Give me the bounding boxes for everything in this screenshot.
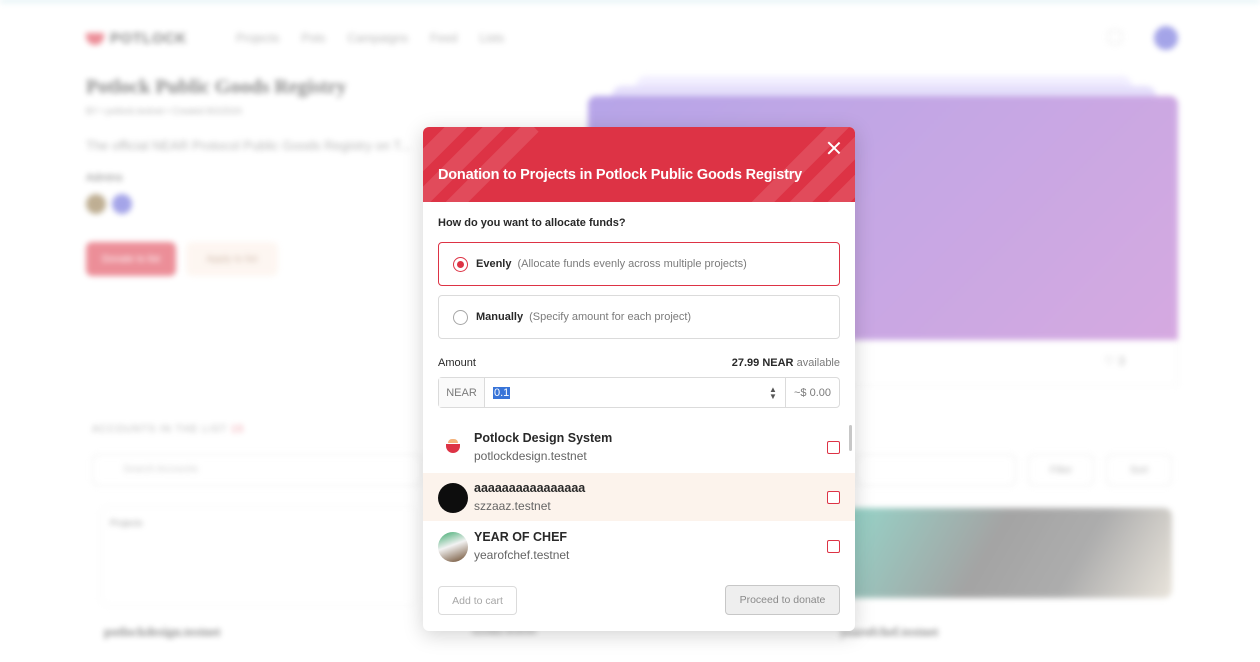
nav-campaigns[interactable]: Campaigns — [347, 31, 408, 45]
avatar — [438, 532, 468, 562]
list-item[interactable]: YEAR OF CHEF yearofchef.testnet — [423, 522, 855, 570]
potlock-logo[interactable]: POTLOCK — [86, 30, 187, 47]
amount-field: NEAR 0.1 ▲ ▼ ~$ 0.00 — [438, 377, 840, 408]
chevron-down-icon[interactable]: ▼ — [769, 392, 777, 400]
modal-title: Donation to Projects in Potlock Public G… — [438, 167, 803, 183]
project-name: YEAR OF CHEF — [474, 530, 568, 544]
list-subtitle: BY • potlock.testnet • Created 8/2/2024 — [86, 106, 242, 116]
pot-icon — [446, 438, 460, 453]
donate-to-list-button[interactable]: Donate to list — [86, 242, 176, 276]
accounts-count: 15 — [231, 424, 245, 435]
list-description: The official NEAR Protocol Public Goods … — [86, 138, 411, 153]
project-list: Potlock Design System potlockdesign.test… — [423, 423, 855, 569]
balance-value: 27.99 NEAR — [731, 357, 794, 369]
top-border — [0, 0, 1260, 2]
usd-equivalent: ~$ 0.00 — [785, 378, 839, 407]
cart-icon[interactable] — [1108, 30, 1122, 44]
project-checkbox[interactable] — [827, 540, 840, 553]
option-hint: (Allocate funds evenly across multiple p… — [517, 258, 747, 270]
project-card[interactable] — [100, 506, 418, 606]
option-label: Evenly — [476, 258, 512, 270]
user-avatar[interactable] — [1154, 26, 1178, 50]
project-account: szzaaz.testnet — [474, 499, 551, 513]
apply-to-list-button[interactable]: Apply to list — [186, 242, 278, 276]
secondary-search[interactable] — [856, 454, 1016, 486]
project-card-image[interactable] — [840, 508, 1172, 598]
project-checkbox[interactable] — [827, 491, 840, 504]
list-item[interactable]: Potlock Design System potlockdesign.test… — [423, 423, 855, 471]
nav-feed[interactable]: Feed — [430, 31, 457, 45]
admins-label: Admins — [86, 172, 123, 184]
balance-suffix: available — [796, 357, 840, 369]
project-checkbox[interactable] — [827, 441, 840, 454]
project-name: Potlock Design System — [474, 431, 613, 445]
likes-value: 3 — [1118, 354, 1125, 368]
radio-evenly[interactable] — [453, 256, 468, 272]
card-label: Projects — [110, 518, 143, 528]
logo-text: POTLOCK — [110, 30, 187, 47]
option-hint: (Specify amount for each project) — [529, 311, 692, 323]
amount-input[interactable]: 0.1 — [485, 378, 761, 407]
project-name: aaaaaaaaaaaaaaaa — [474, 481, 586, 495]
project-account: yearofchef.testnet — [474, 548, 570, 562]
option-manually[interactable]: Manually (Specify amount for each projec… — [438, 295, 840, 339]
allocation-question: How do you want to allocate funds? — [438, 217, 626, 229]
accounts-heading: ACCOUNTS IN THE LIST 15 — [92, 424, 244, 435]
filter-button[interactable]: Filter — [1028, 454, 1094, 486]
radio-manually[interactable] — [453, 309, 468, 325]
project-account: potlockdesign.testnet — [474, 449, 587, 463]
option-evenly[interactable]: Evenly (Allocate funds evenly across mul… — [438, 242, 840, 286]
card-name: potlockdesign.testnet — [104, 624, 221, 639]
nav-pots[interactable]: Pots — [301, 31, 325, 45]
top-nav: Projects Pots Campaigns Feed Lists — [236, 31, 504, 45]
like-count[interactable]: ♡ 3 — [1104, 354, 1125, 368]
donation-modal: Donation to Projects in Potlock Public G… — [423, 127, 855, 631]
modal-header: Donation to Projects in Potlock Public G… — [423, 127, 855, 202]
nav-lists[interactable]: Lists — [479, 31, 504, 45]
pot-icon — [86, 32, 104, 45]
avatar — [438, 433, 468, 463]
list-item[interactable]: aaaaaaaaaaaaaaaa szzaaz.testnet — [423, 473, 855, 521]
currency-label: NEAR — [439, 378, 485, 407]
close-icon[interactable] — [825, 139, 843, 157]
available-balance: 27.99 NEAR available — [732, 357, 840, 369]
amount-label: Amount — [438, 357, 476, 369]
amount-stepper[interactable]: ▲ ▼ — [761, 378, 785, 407]
avatar — [438, 483, 468, 513]
sort-button[interactable]: Sort — [1106, 454, 1172, 486]
accounts-heading-text: ACCOUNTS IN THE LIST — [92, 424, 228, 435]
accounts-search-input[interactable]: Search Accounts — [92, 454, 422, 486]
list-scrollbar[interactable] — [849, 425, 852, 451]
list-title: Potlock Public Goods Registry — [86, 76, 347, 98]
admin-avatar[interactable] — [112, 194, 132, 214]
amount-value: 0.1 — [493, 387, 511, 399]
admin-avatar[interactable] — [86, 194, 106, 214]
add-to-cart-button[interactable]: Add to cart — [438, 586, 517, 615]
option-label: Manually — [476, 311, 524, 323]
proceed-to-donate-button[interactable]: Proceed to donate — [725, 585, 840, 615]
nav-projects[interactable]: Projects — [236, 31, 279, 45]
